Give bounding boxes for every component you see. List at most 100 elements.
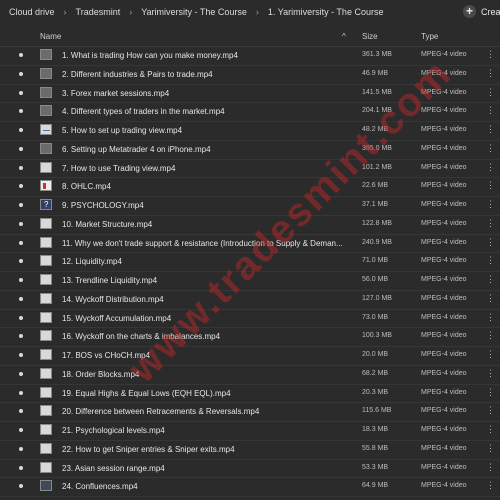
video-thumbnail-icon — [40, 274, 52, 285]
file-name[interactable]: 3. Forex market sessions.mp4 — [62, 89, 357, 98]
top-bar: Cloud drive › Tradesmint › Yarimiversity… — [0, 0, 500, 26]
sort-arrow-icon[interactable]: ^ — [342, 32, 346, 41]
more-options-icon[interactable]: ⋮ — [486, 237, 495, 248]
file-name[interactable]: 7. How to use Trading view.mp4 — [62, 164, 357, 173]
file-row[interactable]: 11. Why we don't trade support & resista… — [0, 234, 500, 254]
more-options-icon[interactable]: ⋮ — [486, 143, 495, 154]
column-header-size[interactable]: Size — [362, 32, 378, 41]
file-name[interactable]: 18. Order Blocks.mp4 — [62, 370, 357, 379]
file-row[interactable]: 14. Wyckoff Distribution.mp4 127.0 MB MPEG… — [0, 290, 500, 310]
file-row[interactable]: 9. PSYCHOLOGY.mp4 37.1 MB MPEG-4 video ⋮ — [0, 196, 500, 216]
file-name[interactable]: 12. Liquidity.mp4 — [62, 257, 357, 266]
more-options-icon[interactable]: ⋮ — [486, 87, 495, 98]
file-row[interactable]: 22. How to get Sniper entries & Sniper e… — [0, 440, 500, 460]
file-row[interactable]: 19. Equal Highs & Equal Lows (EQH EQL).m… — [0, 384, 500, 404]
more-options-icon[interactable]: ⋮ — [486, 199, 495, 210]
file-name[interactable]: 8. OHLC.mp4 — [62, 182, 357, 191]
file-name[interactable]: 17. BOS vs CHoCH.mp4 — [62, 351, 357, 360]
create-button[interactable]: + Crea — [463, 5, 500, 18]
file-name[interactable]: 23. Asian session range.mp4 — [62, 464, 357, 473]
file-name[interactable]: 22. How to get Sniper entries & Sniper e… — [62, 445, 357, 454]
file-name[interactable]: 21. Psychological levels.mp4 — [62, 426, 357, 435]
file-name[interactable]: 10. Market Structure.mp4 — [62, 220, 357, 229]
file-name[interactable]: 9. PSYCHOLOGY.mp4 — [62, 201, 357, 210]
more-options-icon[interactable]: ⋮ — [486, 405, 495, 416]
file-row[interactable]: 8. OHLC.mp4 22.6 MB MPEG-4 video ⋮ — [0, 177, 500, 197]
file-size: 127.0 MB — [362, 294, 392, 302]
file-row[interactable]: 12. Liquidity.mp4 71.0 MB MPEG-4 video ⋮ — [0, 252, 500, 272]
more-options-icon[interactable]: ⋮ — [486, 162, 495, 173]
file-row[interactable]: 15. Wyckoff Accumulation.mp4 73.0 MB MPEG-… — [0, 309, 500, 329]
file-name[interactable]: 5. How to set up trading view.mp4 — [62, 126, 357, 135]
more-options-icon[interactable]: ⋮ — [486, 180, 495, 191]
more-options-icon[interactable]: ⋮ — [486, 462, 495, 473]
more-options-icon[interactable]: ⋮ — [486, 218, 495, 229]
more-options-icon[interactable]: ⋮ — [486, 68, 495, 79]
video-thumbnail-icon — [40, 424, 52, 435]
file-size: 64.9 MB — [362, 482, 389, 490]
file-size: 18.3 MB — [362, 426, 389, 433]
file-row[interactable]: 5. How to set up trading view.mp4 48.2 MB… — [0, 121, 500, 141]
file-row[interactable]: 13. Trendline Liquidity.mp4 56.0 MB MPEG-4… — [0, 271, 500, 291]
file-name[interactable]: 20. Difference between Retracements & Re… — [62, 407, 357, 416]
more-options-icon[interactable]: ⋮ — [486, 368, 495, 379]
file-name[interactable]: 2. Different industries & Pairs to trade… — [62, 70, 357, 79]
more-options-icon[interactable]: ⋮ — [486, 293, 495, 304]
more-options-icon[interactable]: ⋮ — [486, 105, 495, 116]
file-type: MPEG-4 video — [421, 332, 467, 340]
column-header-name[interactable]: Name — [40, 32, 61, 41]
file-row[interactable]: 20. Difference between Retracements & Re… — [0, 402, 500, 422]
file-name[interactable]: 11. Why we don't trade support & resista… — [62, 239, 357, 248]
more-options-icon[interactable]: ⋮ — [486, 443, 495, 454]
file-row[interactable]: 4. Different types of traders in the mar… — [0, 102, 500, 122]
file-row[interactable]: 16. Wyckoff on the charts & imbalances.m… — [0, 327, 500, 347]
file-size: 204.1 MB — [362, 107, 392, 115]
row-bullet-icon — [19, 184, 23, 189]
more-options-icon[interactable]: ⋮ — [486, 330, 495, 341]
breadcrumb-course[interactable]: Yarimiversity - The Course — [141, 7, 247, 17]
file-row[interactable]: 6. Setting up Metatrader 4 on iPhone.mp4… — [0, 140, 500, 160]
file-row[interactable]: 23. Asian session range.mp4 53.3 MB MPEG-4… — [0, 459, 500, 479]
file-type: MPEG-4 video — [421, 407, 467, 415]
file-name[interactable]: 6. Setting up Metatrader 4 on iPhone.mp4 — [62, 145, 357, 154]
file-name[interactable]: 16. Wyckoff on the charts & imbalances.m… — [62, 332, 357, 341]
file-size: 240.9 MB — [362, 238, 392, 246]
file-name[interactable]: 1. What is trading How can you make mone… — [62, 51, 357, 60]
more-options-icon[interactable]: ⋮ — [486, 255, 495, 266]
file-row[interactable]: 1. What is trading How can you make mone… — [0, 46, 500, 66]
breadcrumb-current-folder[interactable]: 1. Yarimiversity - The Course — [268, 7, 384, 17]
more-options-icon[interactable]: ⋮ — [486, 349, 495, 360]
file-size: 100.3 MB — [362, 332, 392, 340]
more-options-icon[interactable]: ⋮ — [486, 424, 495, 435]
column-header-type[interactable]: Type — [421, 32, 438, 41]
video-thumbnail-icon — [40, 124, 52, 135]
file-name[interactable]: 19. Equal Highs & Equal Lows (EQH EQL).m… — [62, 389, 357, 398]
plus-icon: + — [463, 5, 476, 18]
more-options-icon[interactable]: ⋮ — [486, 49, 495, 60]
more-options-icon[interactable]: ⋮ — [486, 480, 495, 491]
more-options-icon[interactable]: ⋮ — [486, 124, 495, 135]
file-name[interactable]: 14. Wyckoff Distribution.mp4 — [62, 295, 357, 304]
file-type: MPEG-4 video — [421, 126, 467, 133]
file-name[interactable]: 4. Different types of traders in the mar… — [62, 107, 357, 116]
more-options-icon[interactable]: ⋮ — [486, 312, 495, 323]
file-name[interactable]: 13. Trendline Liquidity.mp4 — [62, 276, 357, 285]
file-name[interactable]: 15. Wyckoff Accumulation.mp4 — [62, 314, 357, 323]
file-row[interactable]: 10. Market Structure.mp4 122.8 MB MPEG-4 v… — [0, 215, 500, 235]
file-row[interactable]: 2. Different industries & Pairs to trade… — [0, 65, 500, 85]
file-row[interactable]: 24. Confluences.mp4 64.9 MB MPEG-4 video ⋮ — [0, 477, 500, 497]
file-type: MPEG-4 video — [421, 69, 467, 77]
breadcrumb-tradesmint[interactable]: Tradesmint — [76, 7, 121, 17]
file-type: MPEG-4 video — [421, 144, 467, 152]
file-name[interactable]: 24. Confluences.mp4 — [62, 482, 357, 491]
file-row[interactable]: 3. Forex market sessions.mp4 141.5 MB MPEG… — [0, 84, 500, 104]
file-row[interactable]: 7. How to use Trading view.mp4 101.2 MB MP… — [0, 159, 500, 179]
breadcrumb-cloud-drive[interactable]: Cloud drive — [9, 7, 55, 17]
file-row[interactable]: 18. Order Blocks.mp4 68.2 MB MPEG-4 video ⋮ — [0, 365, 500, 385]
more-options-icon[interactable]: ⋮ — [486, 387, 495, 398]
file-row[interactable]: 17. BOS vs CHoCH.mp4 20.0 MB MPEG-4 video ⋮ — [0, 346, 500, 366]
video-thumbnail-icon — [40, 49, 52, 60]
more-options-icon[interactable]: ⋮ — [486, 274, 495, 285]
file-row[interactable]: 21. Psychological levels.mp4 18.3 MB MPEG-… — [0, 421, 500, 441]
video-thumbnail-icon — [40, 217, 52, 229]
